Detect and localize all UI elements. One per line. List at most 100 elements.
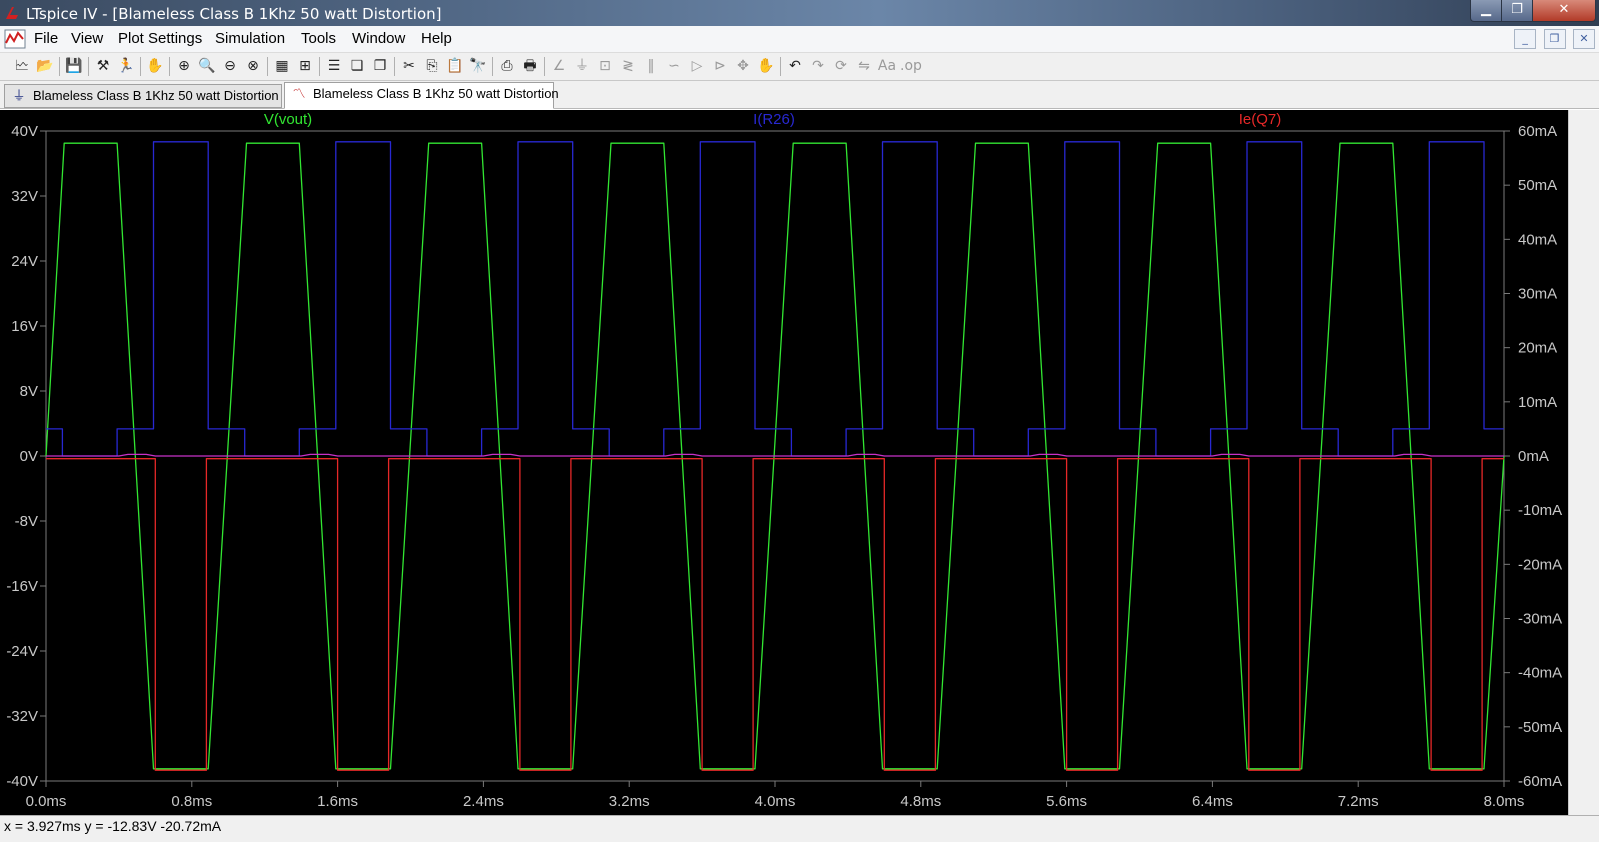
tab-bar: ⏚ Blameless Class B 1Khz 50 watt Distorti… xyxy=(0,81,1599,109)
tab-label: Blameless Class B 1Khz 50 watt Distortio… xyxy=(313,86,559,101)
toolbar-separator xyxy=(267,57,268,76)
new-plot-icon[interactable]: 🗠 xyxy=(12,56,32,76)
y-right-tick-label: -20mA xyxy=(1518,556,1562,573)
halt-icon[interactable]: ✋ xyxy=(145,56,165,76)
tab-waveform[interactable]: 〽 Blameless Class B 1Khz 50 watt Distorti… xyxy=(284,82,559,109)
diode-icon[interactable]: ▷ xyxy=(687,56,707,76)
y-right-tick-label: -50mA xyxy=(1518,719,1562,736)
trace-i-r26[interactable] xyxy=(46,141,1504,457)
label-net-icon[interactable]: ⊡ xyxy=(595,56,615,76)
mdi-close-button[interactable]: ✕ xyxy=(1573,29,1595,49)
y-left-tick-label: -40V xyxy=(6,773,38,790)
toolbar-separator xyxy=(492,57,493,76)
y-right-tick-label: 60mA xyxy=(1518,123,1557,140)
toolbar-separator xyxy=(394,57,395,76)
trace-label-2[interactable]: Ie(Q7) xyxy=(1239,111,1282,128)
menu-view[interactable]: View xyxy=(71,30,103,47)
control-panel-icon[interactable]: ⚒ xyxy=(93,56,113,76)
tab-schematic[interactable]: ⏚ Blameless Class B 1Khz 50 watt Distorti… xyxy=(4,84,282,108)
y-left-tick-label: -16V xyxy=(6,578,38,595)
waveform-doc-icon[interactable] xyxy=(4,29,26,49)
menu-simulation[interactable]: Simulation xyxy=(215,30,285,47)
wire-icon[interactable]: ∠ xyxy=(549,56,569,76)
trace-label-0[interactable]: V(vout) xyxy=(264,111,312,128)
move-icon[interactable]: ✥ xyxy=(733,56,753,76)
y-left-tick-label: 16V xyxy=(11,318,38,335)
redo-icon[interactable]: ↷ xyxy=(808,56,828,76)
cursor-readout: x = 3.927ms y = -12.83V -20.72mA xyxy=(4,818,222,834)
y-right-tick-label: 0mA xyxy=(1518,448,1549,465)
save-icon[interactable]: 💾 xyxy=(64,56,84,76)
y-left-tick-label: 32V xyxy=(11,188,38,205)
x-tick-label: 4.8ms xyxy=(900,793,941,810)
mirror-icon[interactable]: ⇋ xyxy=(854,56,874,76)
waveform-plot[interactable]: 0.0ms 0.8ms 1.6ms 2.4ms 3.2ms 4.0ms 4.8ms 5.6ms… xyxy=(0,110,1568,815)
zoom-cancel-icon[interactable]: ⊗ xyxy=(243,56,263,76)
menu-tools[interactable]: Tools xyxy=(301,30,336,47)
x-tick-label: 7.2ms xyxy=(1338,793,1379,810)
schematic-icon: ⏚ xyxy=(12,88,26,103)
open-icon[interactable]: 📂 xyxy=(35,56,55,76)
menu-bar: File View Plot Settings Simulation Tools… xyxy=(0,26,1599,53)
y-right-tick-label: -60mA xyxy=(1518,773,1562,790)
inductor-icon[interactable]: ∽ xyxy=(664,56,684,76)
resistor-icon[interactable]: ≷ xyxy=(618,56,638,76)
mdi-restore-button[interactable]: ❐ xyxy=(1543,29,1566,49)
toolbar: 🗠 📂 💾 ⚒ 🏃 ✋ ⊕ 🔍 ⊖ ⊗ ▦ ⊞ ☰ ❏ ❐ ✂ ⎘ 📋 🔭 ⎙ 🖶 ∠ ⏚ ⊡ ≷ ‖ ∽ ▷ ⊳ ✥ ✋ ↶ ↷ ⟳ ⇋ Aa .op xyxy=(0,53,1599,81)
status-bar: x = 3.927ms y = -12.83V -20.72mA xyxy=(0,815,1599,842)
copy-icon[interactable]: ⎘ xyxy=(422,56,442,76)
close-button[interactable]: ✕ xyxy=(1532,0,1596,22)
maximize-button[interactable]: ❐ xyxy=(1501,0,1533,22)
trace-unnamed[interactable] xyxy=(46,453,1504,457)
menu-plot-settings[interactable]: Plot Settings xyxy=(118,30,202,47)
y-left-tick-label: -8V xyxy=(15,513,38,530)
minimize-button[interactable]: ▁ xyxy=(1470,0,1502,22)
tile-vertical-icon[interactable]: ❐ xyxy=(370,56,390,76)
menu-file[interactable]: File xyxy=(34,30,58,47)
y-right-tick-label: 20mA xyxy=(1518,340,1557,357)
toolbar-separator xyxy=(169,57,170,76)
capacitor-icon[interactable]: ‖ xyxy=(641,56,661,76)
add-trace-icon[interactable]: ⊞ xyxy=(295,56,315,76)
component-icon[interactable]: ⊳ xyxy=(710,56,730,76)
autorange-icon[interactable]: ▦ xyxy=(272,56,292,76)
paste-icon[interactable]: 📋 xyxy=(445,56,465,76)
menu-window[interactable]: Window xyxy=(352,30,405,47)
zoom-in-icon[interactable]: ⊕ xyxy=(174,56,194,76)
waveform-icon: 〽 xyxy=(292,86,306,101)
trace-label-1[interactable]: I(R26) xyxy=(753,111,795,128)
y-right-tick-label: 50mA xyxy=(1518,177,1557,194)
zoom-area-icon[interactable]: 🔍 xyxy=(197,56,217,76)
print-setup-icon[interactable]: 🖶 xyxy=(520,56,540,76)
ground-icon[interactable]: ⏚ xyxy=(572,56,592,76)
tile-horizontal-icon[interactable]: ☰ xyxy=(324,56,344,76)
zoom-out-icon[interactable]: ⊖ xyxy=(220,56,240,76)
ltspice-logo-icon xyxy=(6,7,18,19)
toolbar-separator xyxy=(59,57,60,76)
print-icon[interactable]: ⎙ xyxy=(497,56,517,76)
text-icon[interactable]: Aa xyxy=(877,56,897,76)
title-bar: LTspice IV - [Blameless Class B 1Khz 50 … xyxy=(0,0,1599,26)
find-icon[interactable]: 🔭 xyxy=(468,56,488,76)
run-icon[interactable]: 🏃 xyxy=(116,56,136,76)
x-tick-label: 1.6ms xyxy=(317,793,358,810)
y-left-tick-label: -32V xyxy=(6,708,38,725)
y-left-tick-label: 24V xyxy=(11,253,38,270)
toolbar-separator xyxy=(544,57,545,76)
menu-help[interactable]: Help xyxy=(421,30,452,47)
spice-directive-icon[interactable]: .op xyxy=(900,56,922,76)
trace-ie-q7[interactable] xyxy=(46,458,1504,771)
mdi-minimize-button[interactable]: _ xyxy=(1514,29,1537,49)
cut-icon[interactable]: ✂ xyxy=(399,56,419,76)
toolbar-separator xyxy=(319,57,320,76)
x-tick-label: 5.6ms xyxy=(1046,793,1087,810)
x-tick-label: 2.4ms xyxy=(463,793,504,810)
drag-icon[interactable]: ✋ xyxy=(756,56,776,76)
rotate-icon[interactable]: ⟳ xyxy=(831,56,851,76)
x-tick-label: 6.4ms xyxy=(1192,793,1233,810)
cascade-icon[interactable]: ❏ xyxy=(347,56,367,76)
undo-icon[interactable]: ↶ xyxy=(785,56,805,76)
plot-canvas[interactable]: 0.0ms 0.8ms 1.6ms 2.4ms 3.2ms 4.0ms 4.8ms 5.6ms… xyxy=(0,110,1568,815)
x-tick-label: 8.0ms xyxy=(1484,793,1525,810)
toolbar-separator xyxy=(780,57,781,76)
